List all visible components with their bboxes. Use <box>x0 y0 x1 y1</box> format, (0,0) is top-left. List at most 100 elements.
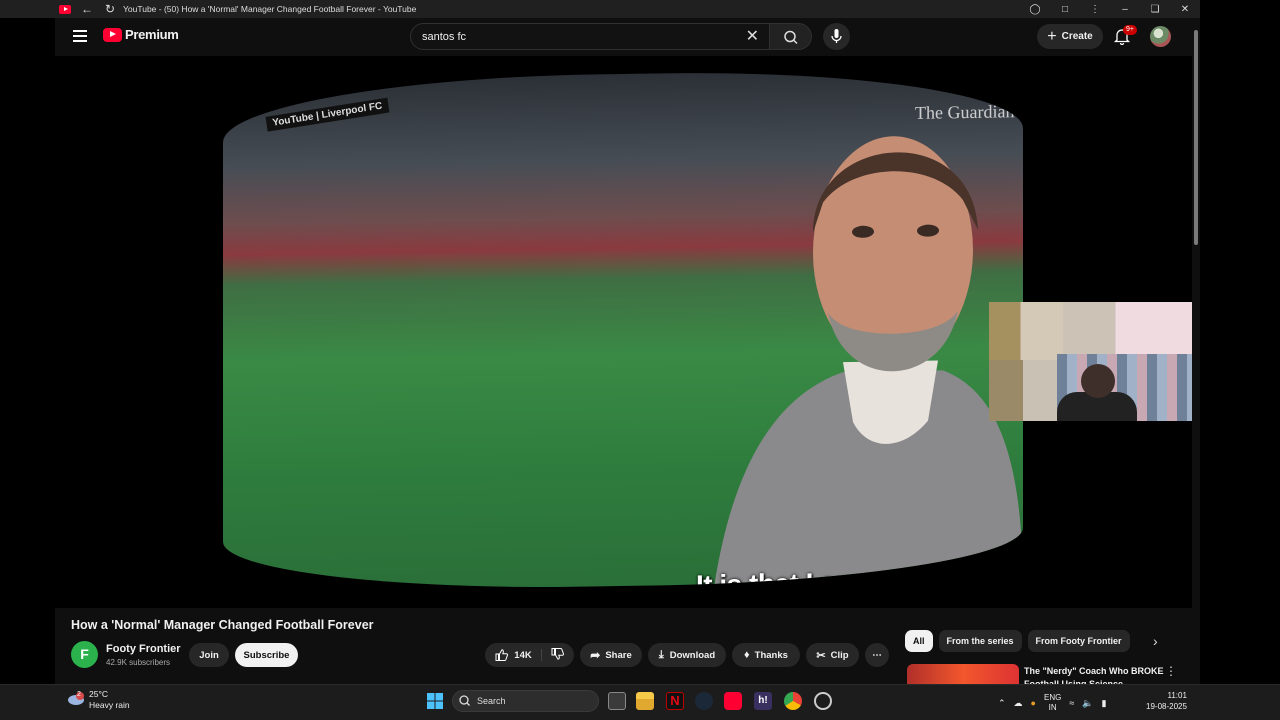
chrome-icon[interactable] <box>784 692 802 710</box>
video-frame: YouTube | Liverpool FC The Guardian It i… <box>223 67 1023 593</box>
taskbar-search[interactable]: Search <box>452 690 599 712</box>
dislike-button[interactable] <box>542 647 564 663</box>
openai-app-icon[interactable] <box>814 692 832 710</box>
share-icon: ➦ <box>590 648 601 662</box>
language-indicator[interactable]: ENG IN <box>1044 693 1061 713</box>
create-label: Create <box>1061 31 1093 42</box>
clock-date: 19-08-2025 <box>1146 702 1187 711</box>
close-icon[interactable]: ✕ <box>1170 4 1200 15</box>
thumbs-up-icon <box>495 649 509 661</box>
account-avatar[interactable] <box>1150 26 1171 47</box>
clock-time: 11:01 <box>1167 691 1187 700</box>
download-label: Download <box>669 649 716 661</box>
microphone-tray-icon[interactable]: ● <box>1031 698 1036 708</box>
voice-search-button[interactable] <box>823 23 850 50</box>
youtube-app-icon[interactable] <box>724 692 742 710</box>
search-icon <box>784 30 798 45</box>
thanks-label: Thanks <box>754 649 788 661</box>
window-controls: ◯ □ ⋮ – ❏ ✕ <box>1020 0 1200 18</box>
webcam-overlay <box>989 302 1192 421</box>
youtube-favicon-icon <box>59 4 71 14</box>
scrollbar-thumb[interactable] <box>1194 30 1198 245</box>
extensions-icon[interactable]: □ <box>1050 4 1080 15</box>
super-thanks-icon: ♦ <box>744 649 750 661</box>
temperature: 25°C <box>89 689 108 699</box>
language-code: ENG <box>1043 693 1062 702</box>
taskbar-search-placeholder: Search <box>477 696 506 706</box>
subscribe-button[interactable]: Subscribe <box>235 643 298 667</box>
weather-badge: 2 <box>77 691 81 698</box>
video-caption: It is that I am <box>696 566 860 593</box>
join-button[interactable]: Join <box>189 643 229 667</box>
search-box[interactable]: santos fc ✕ <box>410 23 770 50</box>
netflix-icon[interactable]: N <box>666 692 684 710</box>
windows-start-icon[interactable] <box>426 692 444 710</box>
youtube-premium-logo[interactable]: Premium <box>103 27 179 42</box>
rain-cloud-icon: 2 <box>66 691 86 708</box>
cloud-icon[interactable]: ☁ <box>1014 698 1023 709</box>
clip-label: Clip <box>830 649 849 661</box>
microphone-icon <box>831 29 842 43</box>
weather-widget[interactable]: 2 25°C Heavy rain <box>66 689 130 711</box>
channel-name[interactable]: Footy Frontier <box>106 643 181 655</box>
thanks-button[interactable]: ♦ Thanks <box>732 643 800 667</box>
back-arrow-icon[interactable]: ← <box>80 2 94 16</box>
download-button[interactable]: ⤓ Download <box>648 643 726 667</box>
recommendation-thumbnail[interactable] <box>907 664 1019 684</box>
hianime-app-icon[interactable]: h! <box>754 692 772 710</box>
task-view-icon[interactable] <box>608 692 626 710</box>
search-icon <box>459 695 470 706</box>
restore-icon[interactable]: ❏ <box>1140 4 1170 15</box>
subscriber-count: 42.9K subscribers <box>106 658 171 667</box>
thumbs-down-icon <box>551 647 564 660</box>
more-vert-icon[interactable]: ⋮ <box>1080 4 1110 15</box>
plus-icon: + <box>1047 27 1057 45</box>
source-watermark: YouTube | Liverpool FC <box>265 97 390 132</box>
logo-text: Premium <box>125 27 179 42</box>
video-player[interactable]: YouTube | Liverpool FC The Guardian It i… <box>55 56 1192 608</box>
channel-avatar[interactable]: F <box>71 641 98 668</box>
volume-icon[interactable]: 🔈 <box>1082 698 1093 709</box>
scissors-icon: ✂ <box>816 649 826 662</box>
chip-from-the-series[interactable]: From the series <box>938 630 1022 652</box>
region-code: IN <box>1048 703 1057 712</box>
clear-search-icon[interactable]: ✕ <box>746 28 759 45</box>
steam-icon[interactable] <box>695 692 713 710</box>
like-count: 14K <box>514 649 532 661</box>
video-details: How a 'Normal' Manager Changed Football … <box>55 608 1192 684</box>
minimize-icon[interactable]: – <box>1110 4 1140 15</box>
more-actions-button[interactable]: ⋯ <box>865 643 889 667</box>
like-button[interactable]: 14K <box>495 649 542 661</box>
chevron-up-icon[interactable]: ⌃ <box>998 698 1006 709</box>
battery-icon[interactable]: ▮ <box>1102 698 1107 709</box>
eye-off-icon[interactable]: ◯ <box>1020 4 1050 15</box>
search-button[interactable] <box>770 23 812 50</box>
chevron-right-icon[interactable]: › <box>1153 633 1158 649</box>
youtube-play-icon <box>103 27 122 42</box>
wifi-icon[interactable]: ≈ <box>1069 698 1074 708</box>
windows-taskbar: 2 25°C Heavy rain Search N h! ⌃ ☁ ● ENG … <box>0 684 1280 720</box>
chip-all[interactable]: All <box>905 630 933 652</box>
masthead: Premium santos fc ✕ + Create 9+ <box>55 18 1192 56</box>
clip-button[interactable]: ✂ Clip <box>806 643 859 667</box>
recommendation-menu-icon[interactable]: ⋮ <box>1165 664 1177 678</box>
weather-condition: Heavy rain <box>89 700 130 710</box>
search-input[interactable]: santos fc <box>422 31 746 43</box>
reload-icon[interactable]: ↻ <box>103 2 117 16</box>
download-icon: ⤓ <box>658 648 664 661</box>
share-label: Share <box>605 649 632 661</box>
clock[interactable]: 11:01 19-08-2025 <box>1146 690 1187 712</box>
video-title: How a 'Normal' Manager Changed Football … <box>71 618 374 632</box>
system-tray: ⌃ ☁ ● ENG IN ≈ 🔈 ▮ <box>998 689 1106 717</box>
like-dislike-bar: 14K <box>485 643 574 667</box>
create-button[interactable]: + Create <box>1037 24 1103 49</box>
share-button[interactable]: ➦ Share <box>580 643 642 667</box>
browser-title-bar: ← ↻ YouTube - (50) How a 'Normal' Manage… <box>0 0 1200 18</box>
video-subject-image <box>713 136 1023 593</box>
recommendation-chips: All From the series From Footy Frontier <box>905 629 1185 653</box>
page-scrollbar[interactable] <box>1192 18 1200 684</box>
hamburger-menu-icon[interactable] <box>73 30 87 42</box>
recommendation-title[interactable]: The "Nerdy" Coach Who BROKE Football Usi… <box>1024 665 1174 684</box>
file-explorer-icon[interactable] <box>636 692 654 710</box>
chip-from-channel[interactable]: From Footy Frontier <box>1027 630 1130 652</box>
